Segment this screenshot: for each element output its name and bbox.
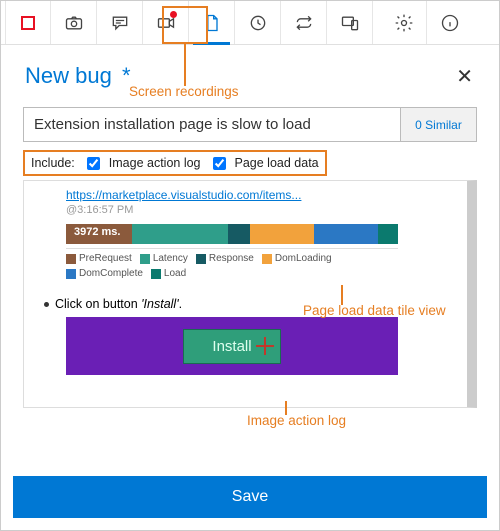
record-button[interactable] <box>143 1 189 44</box>
device-icon <box>340 13 360 33</box>
action-log-item: Click on button 'Install'. <box>44 297 455 311</box>
page-load-tile: 3972 ms. <box>66 224 455 244</box>
include-page-load-data-checkbox[interactable] <box>213 157 226 170</box>
similar-button[interactable]: 0 Similar <box>401 107 477 142</box>
crosshair-icon <box>256 337 274 355</box>
settings-button[interactable] <box>381 1 427 44</box>
include-opt1: Image action log <box>109 156 201 170</box>
install-button-capture: Install <box>183 329 280 364</box>
title-row: New bug * ✕ <box>1 45 499 93</box>
install-label: Install <box>212 338 251 355</box>
save-button[interactable]: Save <box>13 476 487 518</box>
bug-title-row: Extension installation page is slow to l… <box>23 107 477 142</box>
repeat-icon <box>294 13 314 33</box>
comment-icon <box>110 13 130 33</box>
link-row: https://marketplace.visualstudio.com/ite… <box>66 187 455 216</box>
close-button[interactable]: ✕ <box>456 64 473 89</box>
top-toolbar <box>1 1 499 45</box>
clock-button[interactable] <box>235 1 281 44</box>
legend-swatch <box>196 254 206 264</box>
include-row: Include: Image action log Page load data <box>23 150 327 176</box>
legend-swatch <box>151 269 161 279</box>
legend-swatch <box>66 254 76 264</box>
page-title: New bug * <box>25 63 131 89</box>
legend-item: Latency <box>140 253 188 264</box>
legend-swatch <box>140 254 150 264</box>
legend-label: Latency <box>153 253 188 264</box>
info-button[interactable] <box>427 1 473 44</box>
device-button[interactable] <box>327 1 373 44</box>
legend-item: Response <box>196 253 254 264</box>
stop-button[interactable] <box>5 1 51 44</box>
legend-label: PreRequest <box>79 253 132 264</box>
timing-segment <box>378 224 398 244</box>
required-asterisk: * <box>122 63 131 88</box>
legend-swatch <box>262 254 272 264</box>
include-image-action-log-checkbox[interactable] <box>87 157 100 170</box>
legend-label: DomComplete <box>79 268 143 279</box>
legend-label: DomLoading <box>275 253 332 264</box>
timing-segment <box>314 224 378 244</box>
timing-segment <box>132 224 228 244</box>
camera-button[interactable] <box>51 1 97 44</box>
timing-bar: 3972 ms. <box>66 224 398 244</box>
legend-item: DomLoading <box>262 253 332 264</box>
timing-legend: PreRequest Latency Response DomLoading DomCo… <box>66 248 398 279</box>
legend-label: Load <box>164 268 186 279</box>
legend-item: DomComplete <box>66 268 143 279</box>
gear-icon <box>394 13 414 33</box>
clock-icon <box>248 13 268 33</box>
title-text: New bug <box>25 63 112 88</box>
comment-button[interactable] <box>97 1 143 44</box>
stop-icon <box>21 16 35 30</box>
action-screenshot: Install <box>66 317 398 375</box>
timing-ms-label: 3972 ms. <box>68 224 126 240</box>
include-opt2: Page load data <box>235 156 319 170</box>
info-icon <box>440 13 460 33</box>
timing-segment <box>228 224 250 244</box>
timing-segment <box>250 224 314 244</box>
action-target: 'Install' <box>141 297 178 311</box>
legend-swatch <box>66 269 76 279</box>
page-icon <box>202 13 222 33</box>
annotation-actionlog: Image action log <box>247 413 346 428</box>
legend-item: PreRequest <box>66 253 132 264</box>
details-panel: https://marketplace.visualstudio.com/ite… <box>23 180 477 408</box>
legend-label: Response <box>209 253 254 264</box>
bug-title-input[interactable]: Extension installation page is slow to l… <box>23 107 401 142</box>
action-suffix: . <box>179 297 182 311</box>
bullet-icon <box>44 302 49 307</box>
record-indicator-icon <box>170 11 177 18</box>
repeat-button[interactable] <box>281 1 327 44</box>
camera-icon <box>64 13 84 33</box>
legend-item: Load <box>151 268 186 279</box>
page-button[interactable] <box>189 1 235 44</box>
timestamp: @3:16:57 PM <box>66 204 455 216</box>
include-label: Include: <box>31 156 75 170</box>
source-link[interactable]: https://marketplace.visualstudio.com/ite… <box>66 188 301 202</box>
action-prefix: Click on button <box>55 297 141 311</box>
